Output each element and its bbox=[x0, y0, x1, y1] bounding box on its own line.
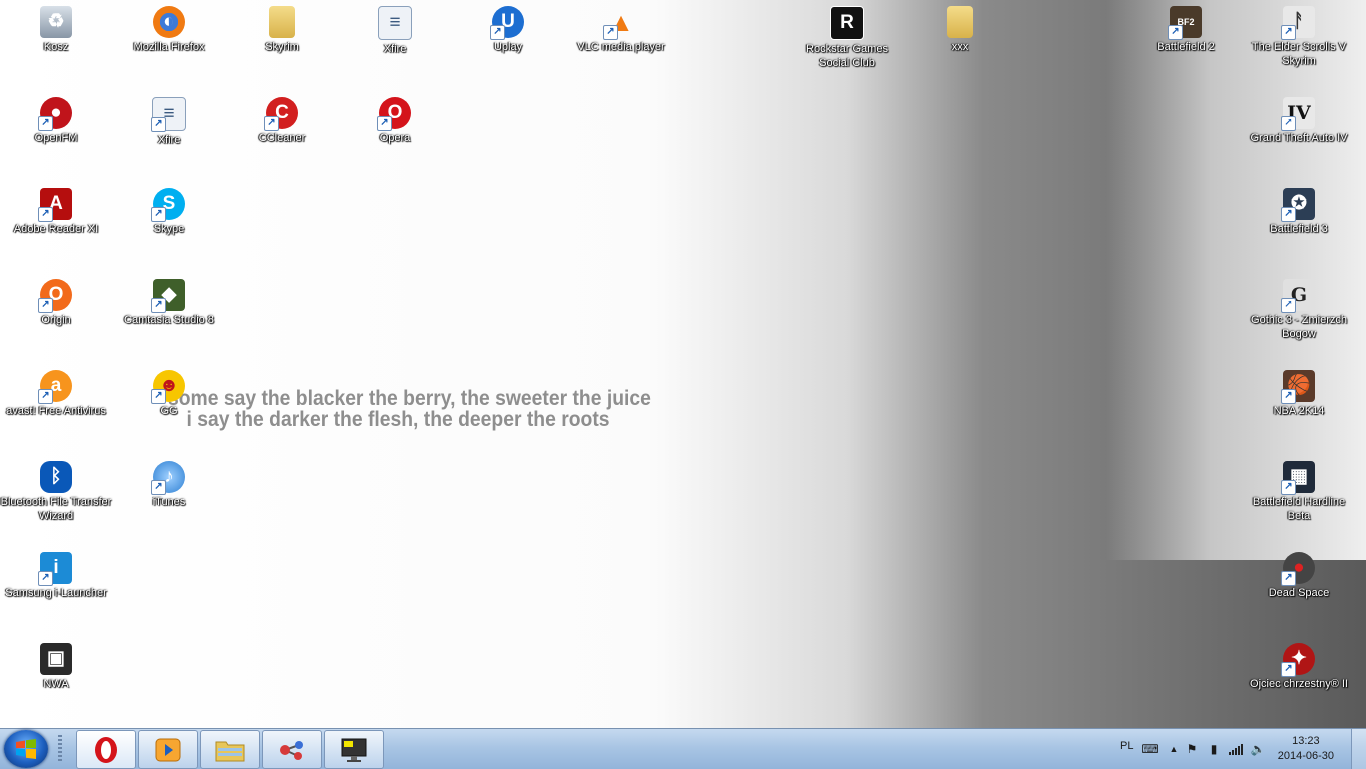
opera-icon bbox=[95, 736, 117, 763]
media-player-icon bbox=[155, 738, 181, 761]
desktop-icon-uplay[interactable]: U ↗ Uplay bbox=[452, 6, 564, 54]
skyrim-icon: ᚨ ↗ bbox=[1281, 6, 1315, 40]
language-indicator[interactable]: PL bbox=[1120, 740, 1133, 752]
ccleaner-icon: C ↗ bbox=[264, 97, 298, 131]
battlefield-icon: ✪ ↗ bbox=[1281, 188, 1315, 222]
desktop-icon-vlc[interactable]: ▲ ↗ VLC media player bbox=[565, 6, 677, 54]
desktop-icon-skype[interactable]: S ↗ Skype bbox=[113, 188, 225, 236]
quote-line-2: i say the darker the flesh, the deeper t… bbox=[186, 408, 610, 431]
desktop-icon-skyrim-folder[interactable]: Skyrim bbox=[226, 6, 338, 54]
bluetooth-icon: ᛒ bbox=[40, 461, 72, 493]
adobe-reader-icon: A ↗ bbox=[38, 188, 72, 222]
desktop-icon-gta-iv[interactable]: IV ↗ Grand Theft Auto IV bbox=[1243, 97, 1355, 145]
clock[interactable]: 13:23 2014-06-30 bbox=[1278, 734, 1334, 764]
desktop-icon-gg[interactable]: ☻ ↗ GG bbox=[113, 370, 225, 418]
desktop-icon-opera[interactable]: O ↗ Opera bbox=[339, 97, 451, 145]
power-icon[interactable]: ▮ bbox=[1206, 741, 1222, 757]
openfm-icon: ● ↗ bbox=[38, 97, 72, 131]
desktop-icon-xfire-2[interactable]: ≡ ↗ Xfire bbox=[113, 97, 225, 147]
desktop-icon-gothic-3[interactable]: G ↗ Gothic 3 - Zmierzch Bogow bbox=[1243, 279, 1355, 341]
desktop-icon-dead-space[interactable]: ● ↗ Dead Space bbox=[1243, 552, 1355, 600]
desktop-icon-camtasia[interactable]: ◆ ↗ Camtasia Studio 8 bbox=[113, 279, 225, 327]
rockstar-icon: R bbox=[830, 6, 864, 40]
folder-icon bbox=[215, 741, 245, 761]
desktop-icon-nwa[interactable]: ▣ NWA bbox=[0, 643, 112, 691]
system-tray: PL ⌨ ▲ ⚑ ▮ 🔈 13:23 2014-06-30 bbox=[1108, 729, 1348, 769]
keyboard-icon[interactable]: ⌨ bbox=[1141, 741, 1158, 757]
desktop-icon-recycle-bin[interactable]: ♻ Kosz bbox=[0, 6, 112, 54]
taskbar: PL ⌨ ▲ ⚑ ▮ 🔈 13:23 2014-06-30 bbox=[0, 728, 1366, 769]
camtasia-icon: ◆ ↗ bbox=[151, 279, 185, 313]
taskbar-explorer-button[interactable] bbox=[200, 730, 260, 769]
network-signal-icon[interactable] bbox=[1228, 741, 1244, 757]
action-center-flag-icon[interactable]: ⚑ bbox=[1184, 741, 1200, 757]
quote-line-1: some say the blacker the berry, the swee… bbox=[168, 387, 651, 410]
desktop-icon-bluetooth[interactable]: ᛒ Bluetooth File Transfer Wizard bbox=[0, 461, 112, 523]
document-icon: ≡ bbox=[378, 6, 412, 40]
desktop-icon-xxx-folder[interactable]: xxx bbox=[904, 6, 1016, 54]
desktop-icon-adobe-reader[interactable]: A ↗ Adobe Reader XI bbox=[0, 188, 112, 236]
desktop-icon-battlefield-2[interactable]: BF2 ↗ Battlefield 2 bbox=[1130, 6, 1242, 54]
desktop-icon-xfire[interactable]: ≡ Xfire bbox=[339, 6, 451, 56]
taskbar-media-player-button[interactable] bbox=[138, 730, 198, 769]
desktop-icon-origin[interactable]: O ↗ Origin bbox=[0, 279, 112, 327]
battlefield-icon: BF2 ↗ bbox=[1168, 6, 1202, 40]
taskbar-opera-button[interactable] bbox=[76, 730, 136, 769]
desktop-icon-samsung-launcher[interactable]: i ↗ Samsung i-Launcher bbox=[0, 552, 112, 600]
gta-icon: IV ↗ bbox=[1281, 97, 1315, 131]
battlefield-hardline-icon: ▦ ↗ bbox=[1281, 461, 1315, 495]
desktop-icon-ccleaner[interactable]: C ↗ CCleaner bbox=[226, 97, 338, 145]
dead-space-icon: ● ↗ bbox=[1281, 552, 1315, 586]
avast-icon: a ↗ bbox=[38, 370, 72, 404]
taskbar-grip[interactable] bbox=[58, 735, 62, 763]
desktop-icon-nba-2k14[interactable]: 🏀 ↗ NBA 2K14 bbox=[1243, 370, 1355, 418]
folder-icon bbox=[269, 6, 295, 38]
origin-icon: O ↗ bbox=[38, 279, 72, 313]
itunes-icon: ♪ ↗ bbox=[151, 461, 185, 495]
desktop-icon-godfather-2[interactable]: ✦ ↗ Ojciec chrzestny® II bbox=[1243, 643, 1355, 691]
godfather-icon: ✦ ↗ bbox=[1281, 643, 1315, 677]
desktop-icon-skyrim[interactable]: ᚨ ↗ The Elder Scrolls V Skyrim bbox=[1243, 6, 1355, 68]
windows-logo-icon bbox=[16, 739, 36, 759]
desktop-icon-avast[interactable]: a ↗ avast! Free Antivirus bbox=[0, 370, 112, 418]
start-button[interactable] bbox=[4, 730, 48, 768]
desktop-icon-battlefield-hardline[interactable]: ▦ ↗ Battlefield Hardline Beta bbox=[1243, 461, 1355, 523]
vlc-cone-icon: ▲ ↗ bbox=[603, 6, 637, 40]
show-desktop-button[interactable] bbox=[1351, 729, 1366, 769]
gothic-icon: G ↗ bbox=[1281, 279, 1315, 313]
monitor-icon bbox=[341, 738, 367, 762]
samsung-launcher-icon: i ↗ bbox=[38, 552, 72, 586]
document-icon: ≡ ↗ bbox=[151, 97, 186, 132]
desktop-icon-openfm[interactable]: ● ↗ OpenFM bbox=[0, 97, 112, 145]
desktop-icon-battlefield-3[interactable]: ✪ ↗ Battlefield 3 bbox=[1243, 188, 1355, 236]
skype-icon: S ↗ bbox=[151, 188, 185, 222]
desktop-icon-itunes[interactable]: ♪ ↗ iTunes bbox=[113, 461, 225, 509]
volume-icon[interactable]: 🔈 bbox=[1250, 741, 1266, 757]
recycle-bin-icon: ♻ bbox=[40, 6, 72, 38]
nba-icon: 🏀 ↗ bbox=[1281, 370, 1315, 404]
uplay-icon: U ↗ bbox=[490, 6, 524, 40]
molecule-icon bbox=[280, 740, 303, 760]
desktop-icon-rockstar[interactable]: R Rockstar Games Social Club bbox=[791, 6, 903, 70]
gadu-gadu-icon: ☻ ↗ bbox=[151, 370, 185, 404]
firefox-icon: ◐ bbox=[153, 6, 185, 38]
opera-icon: O ↗ bbox=[377, 97, 411, 131]
folder-icon bbox=[947, 6, 973, 38]
clock-time: 13:23 bbox=[1292, 735, 1320, 747]
clock-date: 2014-06-30 bbox=[1277, 750, 1334, 762]
image-icon: ▣ bbox=[40, 643, 72, 675]
desktop-icon-firefox[interactable]: ◐ Mozilla Firefox bbox=[113, 6, 225, 54]
taskbar-app-button[interactable] bbox=[262, 730, 322, 769]
wallpaper-quote: some say the blacker the berry, the swee… bbox=[168, 387, 651, 431]
show-hidden-icons-icon[interactable]: ▲ bbox=[1166, 741, 1182, 757]
taskbar-monitor-button[interactable] bbox=[324, 730, 384, 769]
